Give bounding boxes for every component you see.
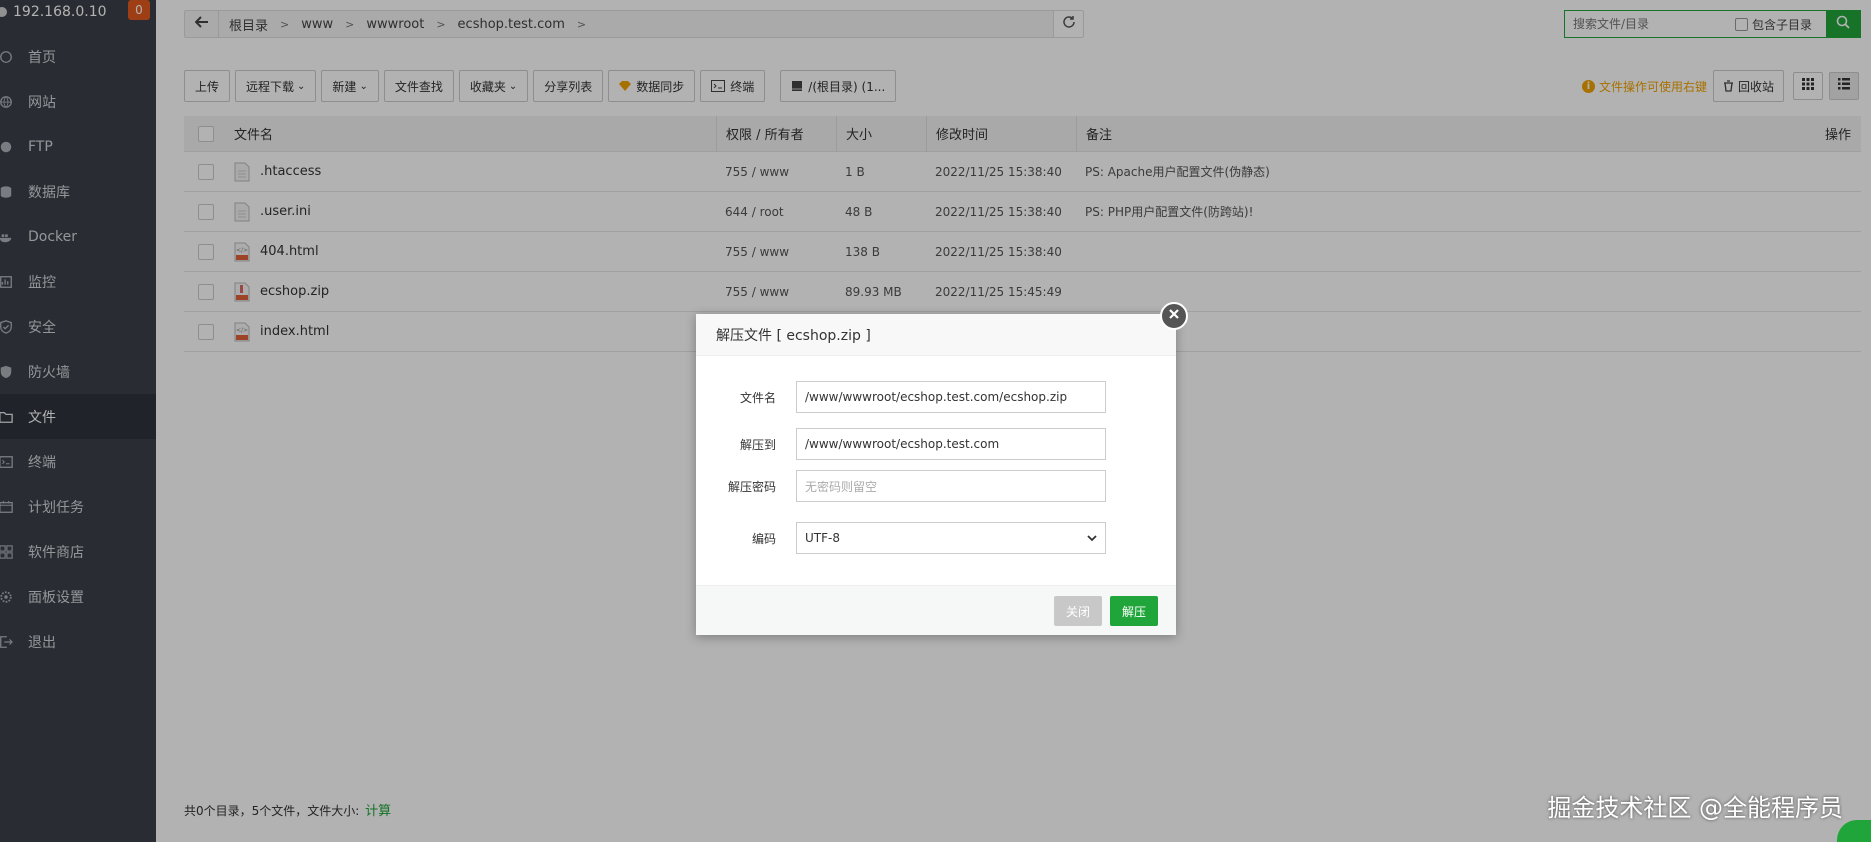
unzip-button[interactable]: 解压 (1110, 596, 1158, 626)
dialog-close-button[interactable] (1160, 302, 1188, 330)
watermark: 掘金技术社区 @全能程序员 (1547, 794, 1843, 822)
encoding-select[interactable]: UTF-8 (796, 522, 1106, 554)
password-input[interactable]: 无密码则留空 (796, 470, 1106, 502)
close-icon (1168, 308, 1180, 324)
close-button[interactable]: 关闭 (1054, 596, 1102, 626)
dialog-footer: 关闭 解压 (696, 585, 1176, 635)
encoding-label: 编码 (751, 531, 776, 546)
password-row: 解压密码 无密码则留空 (696, 470, 1106, 502)
encoding-row: 编码 UTF-8 (696, 522, 1106, 554)
unzip-dialog: 解压文件 [ ecshop.zip ] 文件名 /www/wwwroot/ecs… (696, 302, 1188, 635)
filename-label: 文件名 (739, 390, 776, 405)
dest-row: 解压到 /www/wwwroot/ecshop.test.com (696, 428, 1106, 460)
encoding-value: UTF-8 (805, 531, 840, 545)
password-label: 解压密码 (727, 479, 776, 494)
dest-input[interactable]: /www/wwwroot/ecshop.test.com (796, 428, 1106, 460)
filename-input[interactable]: /www/wwwroot/ecshop.test.com/ecshop.zip (796, 381, 1106, 413)
chevron-down-icon (1087, 531, 1097, 545)
filename-row: 文件名 /www/wwwroot/ecshop.test.com/ecshop.… (696, 381, 1106, 413)
dest-label: 解压到 (739, 437, 776, 452)
dialog-title: 解压文件 [ ecshop.zip ] (696, 314, 1176, 356)
